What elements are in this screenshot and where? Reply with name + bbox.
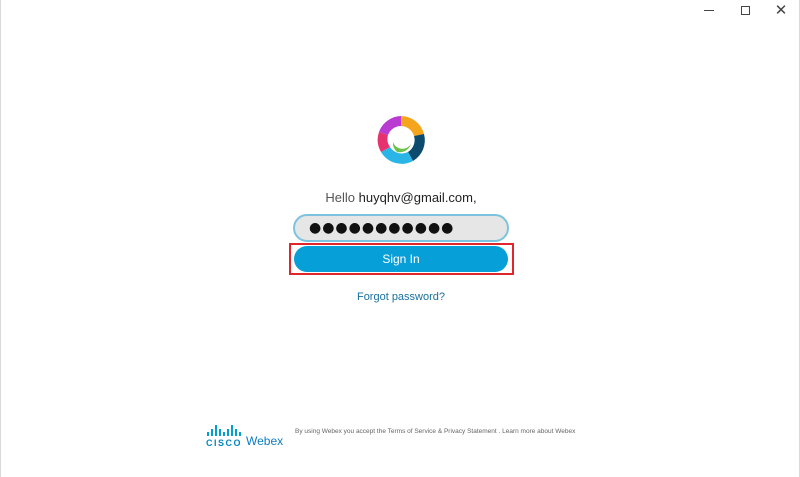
cisco-logo: CISCO <box>206 425 242 448</box>
maximize-button[interactable] <box>727 0 763 20</box>
greeting-prefix: Hello <box>325 190 356 205</box>
close-button[interactable]: ✕ <box>763 0 799 20</box>
password-field[interactable]: ●●●●●●●●●●● <box>293 214 509 242</box>
window-controls: ✕ <box>691 0 799 20</box>
maximize-icon <box>740 5 750 15</box>
minimize-button[interactable] <box>691 0 727 20</box>
greeting-text: Hello huyqhv@gmail.com, <box>1 190 800 205</box>
close-icon: ✕ <box>774 1 788 19</box>
cisco-bars-icon <box>207 425 241 436</box>
greeting-email: huyqhv@gmail.com, <box>358 190 477 205</box>
sign-in-button[interactable]: Sign In <box>294 246 508 272</box>
webex-wordmark: Webex <box>246 434 284 448</box>
webex-logo-icon <box>377 116 425 164</box>
legal-text: By using Webex you accept the Terms of S… <box>295 428 576 435</box>
sign-in-label: Sign In <box>382 252 420 266</box>
cisco-wordmark: CISCO <box>206 438 243 448</box>
footer-brand: CISCO Webex <box>206 425 283 448</box>
app-window: ✕ Hello huyqhv@gmail.com, ●●●●●●●●●●● Si… <box>0 0 800 477</box>
forgot-password-link[interactable]: Forgot password? <box>1 291 800 303</box>
minimize-icon <box>704 9 714 11</box>
password-value: ●●●●●●●●●●● <box>309 220 455 236</box>
